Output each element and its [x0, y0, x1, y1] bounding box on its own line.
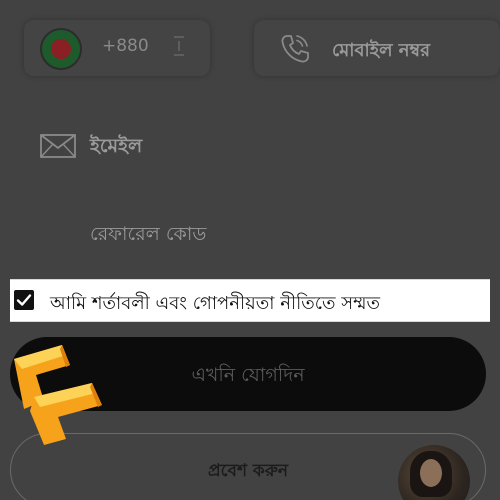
flag-circle: [51, 39, 71, 59]
field-separator-icon: [174, 36, 184, 56]
country-code-text: +880: [102, 36, 149, 56]
terms-agreement-row: আমি শর্তাবলী এবং গোপনীয়তা নীতিতে সম্মত: [10, 279, 490, 322]
country-code-selector[interactable]: +880: [24, 20, 210, 76]
mobile-number-field[interactable]: মোবাইল নম্বর: [254, 20, 500, 76]
phone-number-row: +880 মোবাইল নম্বর: [24, 20, 500, 80]
phone-icon: [281, 35, 309, 63]
check-icon: [16, 294, 32, 306]
brand-logo-icon: [14, 345, 102, 445]
email-placeholder: ইমেইল: [90, 135, 143, 157]
bangladesh-flag-icon: [40, 28, 82, 70]
referral-code-field[interactable]: রেফারেল কোড: [90, 210, 390, 254]
mobile-number-placeholder: মোবাইল নম্বর: [332, 40, 431, 61]
registration-form: +880 মোবাইল নম্বর ইমেইল রেফারেল কোড আমি …: [0, 0, 500, 500]
terms-checkbox[interactable]: [14, 290, 34, 310]
email-field[interactable]: ইমেইল: [24, 112, 324, 172]
avatar-face: [420, 459, 442, 487]
mail-icon: [40, 134, 76, 158]
terms-agreement-text: আমি শর্তাবলী এবং গোপনীয়তা নীতিতে সম্মত: [50, 293, 380, 314]
referral-code-placeholder: রেফারেল কোড: [90, 223, 207, 245]
